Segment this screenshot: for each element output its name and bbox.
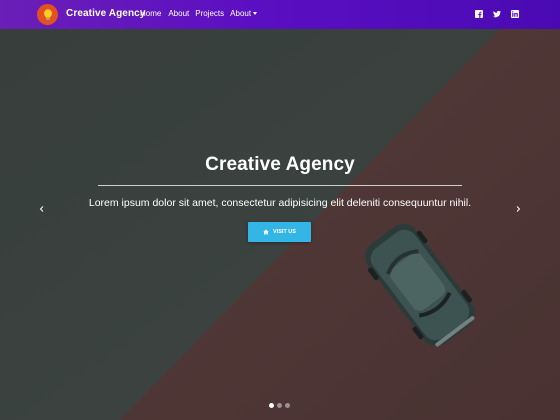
chevron-left-icon: [39, 206, 44, 212]
caret-down-icon: [253, 12, 258, 15]
carousel-indicator-2[interactable]: [277, 403, 282, 408]
navbar: Creative Agency Home About Projects Abou…: [0, 0, 560, 29]
hero-carousel: Creative Agency Lorem ipsum dolor sit am…: [0, 29, 560, 420]
visit-us-label: VISIT US: [273, 229, 296, 235]
visit-us-button[interactable]: VISIT US: [248, 222, 311, 242]
hero-title: Creative Agency: [205, 154, 355, 175]
nav-link-about[interactable]: About: [168, 9, 189, 18]
facebook-link[interactable]: [475, 10, 483, 18]
linkedin-icon: [511, 10, 519, 18]
twitter-link[interactable]: [493, 10, 501, 18]
nav-link-projects[interactable]: Projects: [195, 9, 224, 18]
carousel-indicator-1[interactable]: [269, 403, 274, 408]
linkedin-link[interactable]: [511, 10, 519, 18]
home-icon: [263, 229, 269, 235]
carousel-indicators: [269, 403, 290, 408]
twitter-icon: [493, 10, 501, 18]
nav-link-home[interactable]: Home: [140, 9, 161, 18]
nav-dropdown-about[interactable]: About: [230, 9, 258, 18]
lightbulb-icon: [43, 8, 52, 21]
hero-divider: [98, 185, 462, 186]
nav-menu: Home About Projects About: [140, 9, 258, 18]
facebook-icon: [475, 10, 483, 18]
nav-dropdown-label: About: [230, 9, 252, 18]
hero-text: Lorem ipsum dolor sit amet, consectetur …: [88, 197, 472, 209]
carousel-next-button[interactable]: [514, 205, 522, 213]
chevron-right-icon: [516, 206, 521, 212]
carousel-prev-button[interactable]: [38, 205, 46, 213]
brand-name[interactable]: Creative Agency: [66, 8, 146, 19]
logo[interactable]: [37, 4, 58, 25]
carousel-indicator-3[interactable]: [285, 403, 290, 408]
